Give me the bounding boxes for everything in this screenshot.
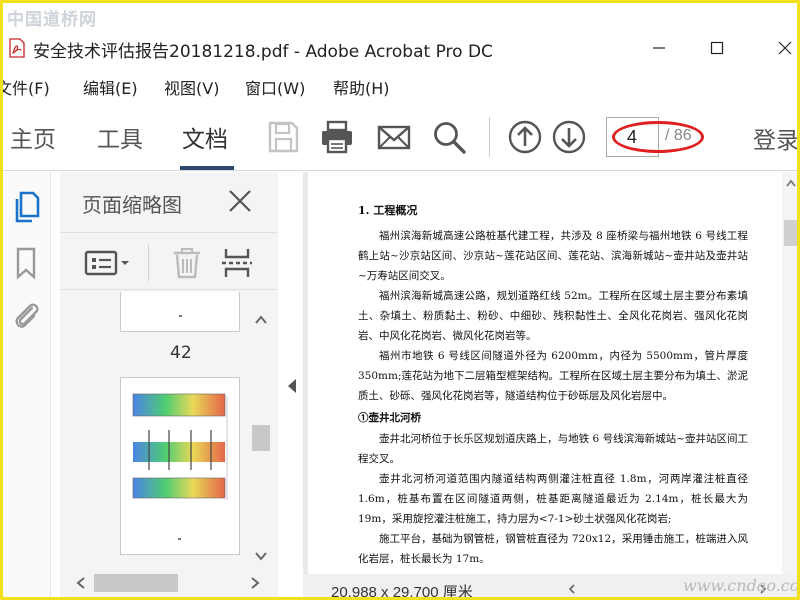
thumbnail-page[interactable]: [120, 292, 240, 332]
close-icon[interactable]: [227, 188, 253, 214]
minimize-icon: [653, 47, 665, 49]
tab-tools[interactable]: 工具: [97, 120, 143, 154]
window-title: 安全技术评估报告20181218.pdf - Adobe Acrobat Pro…: [33, 42, 493, 62]
print-icon[interactable]: [319, 119, 355, 155]
menu-help[interactable]: 帮助(H): [333, 75, 390, 99]
page-thumbnails-icon[interactable]: [11, 190, 41, 224]
maximize-button[interactable]: [703, 35, 731, 61]
section-heading: 1. 工程概况: [358, 204, 418, 217]
thumbnail-panel-title: 页面缩略图: [82, 193, 182, 217]
thumbnail-vertical-scrollbar[interactable]: [250, 307, 272, 569]
app-window: 中国道桥网 安全技术评估报告20181218.pdf - Adobe Acrob…: [0, 0, 800, 600]
document-paragraph: 壶井北河桥河道范围内隧道结构两侧灌注桩直径 1.8m，河两岸灌注桩直径 1.6m…: [358, 473, 748, 525]
document-content: 1. 工程概况 福州滨海新城高速公路桩基代建工程，共涉及 8 座桥梁与福州地铁 …: [358, 202, 748, 569]
thumbnail-page-number: 42: [170, 343, 192, 363]
thumbnail-page[interactable]: [120, 377, 240, 555]
document-paragraph: 福州市地铁 6 号线区间隧道外径为 6200mm，内径为 5500mm，管片厚度…: [358, 350, 748, 402]
thumbnail-panel: 页面缩略图 42: [60, 172, 278, 597]
document-vertical-scrollbar[interactable]: [782, 172, 800, 574]
delete-page-icon[interactable]: [170, 247, 204, 279]
document-view: 1. 工程概况 福州滨海新城高速公路桩基代建工程，共涉及 8 座桥梁与福州地铁 …: [303, 172, 800, 600]
menu-bar: 文件(F) 编辑(E) 视图(V) 窗口(W) 帮助(H): [3, 71, 797, 99]
save-icon[interactable]: [265, 119, 301, 155]
minimize-button[interactable]: [645, 35, 673, 61]
thumbnail-toolbar-divider: [148, 245, 149, 281]
active-tab-indicator: [180, 166, 234, 170]
login-button[interactable]: 登录: [753, 121, 797, 155]
attachments-icon[interactable]: [11, 298, 41, 332]
section-subheading: ①壶井北河桥: [358, 412, 421, 424]
document-paragraph: 福州滨海新城高速公路，规划道路红线 52m。工程所在区域土层主要分布素填土、杂填…: [358, 290, 748, 342]
menu-file[interactable]: 文件(F): [3, 75, 50, 99]
maximize-icon: [710, 41, 724, 55]
split-pages-icon[interactable]: [220, 247, 254, 279]
watermark-top: 中国道桥网: [7, 10, 97, 30]
close-window-button[interactable]: [771, 35, 797, 61]
watermark-bottom: www.cndao.com: [683, 576, 800, 595]
thumbnail-list[interactable]: 42: [60, 292, 250, 572]
email-icon[interactable]: [376, 119, 412, 155]
collapse-panel-icon[interactable]: [285, 377, 299, 395]
tab-home[interactable]: 主页: [10, 120, 56, 154]
close-icon: [778, 41, 792, 55]
thumbnail-page-dot: [179, 315, 182, 317]
thumbnail-horizontal-scrollbar[interactable]: [68, 572, 268, 594]
thumbnail-options-icon[interactable]: [84, 247, 132, 279]
menu-window[interactable]: 窗口(W): [245, 75, 305, 99]
document-paragraph: 施工平台，基础为钢管桩，钢管桩直径为 720x12，采用锤击施工，桩端进入风化岩…: [358, 533, 748, 565]
menu-edit[interactable]: 编辑(E): [83, 75, 138, 99]
red-annotation-ellipse: [612, 121, 704, 153]
menu-view[interactable]: 视图(V): [164, 75, 219, 99]
document-paragraph: 福州滨海新城高速公路桩基代建工程，共涉及 8 座桥梁与福州地铁 6 号线工程鹤上…: [358, 230, 748, 282]
document-paragraph: 壶井北河桥位于长乐区规划道庆路上，与地铁 6 号线滨海新城站~壶井站区间工程交叉…: [358, 433, 748, 465]
thumbnail-page-preview: [132, 393, 228, 540]
search-icon[interactable]: [431, 119, 467, 155]
bookmarks-icon[interactable]: [11, 246, 41, 280]
title-bar: 安全技术评估报告20181218.pdf - Adobe Acrobat Pro…: [3, 27, 797, 69]
tab-document[interactable]: 文档: [182, 120, 228, 154]
previous-page-icon[interactable]: [507, 119, 543, 155]
thumbnail-toolbar: [60, 232, 278, 290]
navigation-rail: [3, 172, 51, 597]
document-page[interactable]: 1. 工程概况 福州滨海新城高速公路桩基代建工程，共涉及 8 座桥梁与福州地铁 …: [308, 172, 782, 574]
scroll-left-icon[interactable]: [567, 584, 577, 594]
pdf-file-icon: [9, 38, 25, 58]
next-page-icon[interactable]: [551, 119, 587, 155]
page-dimensions: 20.988 x 29.700 厘米: [331, 584, 473, 600]
toolbar-divider: [489, 117, 490, 157]
